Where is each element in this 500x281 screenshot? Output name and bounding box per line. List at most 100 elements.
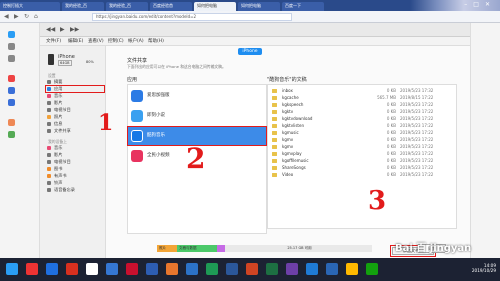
- taskbar-app-icon[interactable]: [66, 263, 78, 275]
- menu-bar: 文件(F) 编辑(E) 查看(V) 控制(C) 帐户(A) 帮助(H): [40, 37, 470, 46]
- storage-photos: 照片: [157, 245, 177, 252]
- menu-account[interactable]: 帐户(A): [128, 38, 144, 44]
- folder-icon: [272, 110, 277, 114]
- app-icon[interactable]: [8, 87, 15, 94]
- documents-title: "酷狗音乐"的文稿: [267, 77, 307, 83]
- document-row[interactable]: Video 0 KB 2019/5/23 17:22: [272, 172, 452, 179]
- document-row[interactable]: kgktv 0 KB 2019/5/23 17:22: [272, 109, 452, 116]
- browser-tab[interactable]: 我的经验_百: [106, 2, 148, 11]
- start-icon[interactable]: [6, 263, 18, 275]
- device-item-books[interactable]: 图书: [46, 166, 104, 172]
- kugou-icon: [131, 130, 143, 142]
- folder-icon: [272, 117, 277, 121]
- browser-tab[interactable]: 百度一下: [282, 2, 324, 11]
- app-icon[interactable]: [8, 119, 15, 126]
- folder-icon: [272, 103, 277, 107]
- taskbar-app-icon[interactable]: [286, 263, 298, 275]
- storage-other: [217, 245, 225, 252]
- app-item[interactable]: 爱思加强版: [128, 87, 266, 105]
- storage-bar: 照片 文稿与数据 25.17 GB 可用: [157, 245, 372, 252]
- sidebar-item-tv[interactable]: 电视节目: [46, 107, 104, 113]
- document-row[interactable]: kgmv 0 KB 2019/5/23 17:22: [272, 137, 452, 144]
- sidebar-item-apps[interactable]: 应用: [45, 85, 105, 93]
- taskbar-app-icon[interactable]: [86, 263, 98, 275]
- sidebar-item-info[interactable]: 信息: [46, 121, 104, 127]
- menu-file[interactable]: 文件(F): [46, 38, 61, 44]
- device-item-audiobooks[interactable]: 有声书: [46, 173, 104, 179]
- sidebar-item-file-sharing[interactable]: 文件共享: [46, 128, 104, 134]
- sidebar-item-movies[interactable]: 影片: [46, 100, 104, 106]
- document-row[interactable]: kgmvplay 0 KB 2019/5/23 17:22: [272, 151, 452, 158]
- taskbar-app-icon[interactable]: [186, 263, 198, 275]
- taskbar-app-icon[interactable]: [106, 263, 118, 275]
- device-item-voice-memos[interactable]: 语音备忘录: [46, 187, 104, 193]
- browser-tab[interactable]: 控制打插大: [0, 2, 60, 11]
- refresh-icon[interactable]: ↻: [24, 13, 29, 20]
- device-button[interactable]: iPhone: [238, 48, 262, 55]
- app-icon[interactable]: [8, 75, 15, 82]
- file-sharing-panel: 文件共享 下面列出的应用可以在 iPhone 和这台电脑之间传输文稿。 应用 "…: [107, 56, 470, 258]
- section-description: 下面列出的应用可以在 iPhone 和这台电脑之间传输文稿。: [127, 64, 226, 69]
- taskbar-app-icon[interactable]: [206, 263, 218, 275]
- menu-edit[interactable]: 编辑(E): [68, 38, 83, 44]
- movies-icon: [47, 101, 51, 105]
- url-input[interactable]: https://jingyan.baidu.com/edit/content?m…: [92, 13, 292, 21]
- taskbar-app-icon[interactable]: [46, 263, 58, 275]
- taskbar-app-icon[interactable]: [246, 263, 258, 275]
- document-row[interactable]: kgmv 0 KB 2019/5/23 17:22: [272, 144, 452, 151]
- document-row[interactable]: kgkspeech 0 KB 2019/5/23 17:22: [272, 102, 452, 109]
- window-controls[interactable]: –□✕: [464, 1, 496, 8]
- iphone-icon: [48, 54, 54, 65]
- clock-date: 2019/10/29: [471, 268, 496, 273]
- taskbar-app-icon[interactable]: [266, 263, 278, 275]
- taskbar-app-icon[interactable]: [126, 263, 138, 275]
- forward-icon[interactable]: ▶: [14, 13, 19, 20]
- taskbar-app-icon[interactable]: [326, 263, 338, 275]
- browser-tab[interactable]: 如何把电脑: [238, 2, 280, 11]
- app-item[interactable]: 即刻小说: [128, 107, 266, 125]
- menu-help[interactable]: 帮助(H): [148, 38, 164, 44]
- document-row[interactable]: kgmusic 0 KB 2019/5/23 17:22: [272, 130, 452, 137]
- document-row[interactable]: kgoffilemusic 0 KB 2019/5/23 17:22: [272, 158, 452, 165]
- browser-tab-active[interactable]: 如何把电脑: [194, 2, 236, 11]
- app-icon[interactable]: [8, 31, 15, 38]
- device-item-tv[interactable]: 电视节目: [46, 159, 104, 165]
- player-toolbar: ◀◀ ▶ ▶▶: [40, 23, 470, 37]
- device-item-movies[interactable]: 影片: [46, 152, 104, 158]
- document-row[interactable]: kgcache 565.7 MB 2019/8/15 17:22: [272, 95, 452, 102]
- document-row[interactable]: inbox 0 KB 2019/5/23 17:32: [272, 88, 452, 95]
- fastforward-icon[interactable]: ▶▶: [70, 26, 79, 33]
- document-row[interactable]: kgktvlisten 0 KB 2019/5/23 17:22: [272, 123, 452, 130]
- app-icon[interactable]: [8, 55, 15, 62]
- document-row[interactable]: ShareSongs 0 KB 2019/5/23 17:22: [272, 165, 452, 172]
- back-icon[interactable]: ◀: [4, 13, 9, 20]
- taskbar-app-icon[interactable]: [366, 263, 378, 275]
- home-icon[interactable]: ⌂: [34, 13, 38, 20]
- menu-view[interactable]: 查看(V): [88, 38, 104, 44]
- menu-control[interactable]: 控制(C): [108, 38, 124, 44]
- annotation-3: 3: [368, 186, 387, 216]
- device-item-tones[interactable]: 铃声: [46, 180, 104, 186]
- system-clock[interactable]: 14:09 2019/10/29: [472, 263, 496, 273]
- browser-tab[interactable]: 百度经验首: [150, 2, 192, 11]
- document-row[interactable]: kgktvdownload 0 KB 2019/5/23 17:22: [272, 116, 452, 123]
- taskbar-app-icon[interactable]: [166, 263, 178, 275]
- taskbar-app-icon[interactable]: [346, 263, 358, 275]
- taskbar-app-icon[interactable]: [226, 263, 238, 275]
- books-icon: [47, 167, 51, 171]
- folder-icon: [272, 96, 277, 100]
- browser-tab[interactable]: 我的经验_百: [62, 2, 104, 11]
- taskbar-app-icon[interactable]: [26, 263, 38, 275]
- taskbar-app-icon[interactable]: [306, 263, 318, 275]
- sidebar-item-music[interactable]: 音乐: [46, 93, 104, 99]
- app-icon[interactable]: [8, 99, 15, 106]
- device-item-music[interactable]: 音乐: [46, 145, 104, 151]
- rewind-icon[interactable]: ◀◀: [46, 26, 55, 33]
- app-icon[interactable]: [8, 43, 15, 50]
- play-icon[interactable]: ▶: [60, 26, 65, 33]
- sidebar-item-photos[interactable]: 照片: [46, 114, 104, 120]
- taskbar-app-icon[interactable]: [146, 263, 158, 275]
- app-icon[interactable]: [8, 131, 15, 138]
- movies-icon: [47, 153, 51, 157]
- sidebar-item-summary[interactable]: 摘要: [46, 79, 104, 85]
